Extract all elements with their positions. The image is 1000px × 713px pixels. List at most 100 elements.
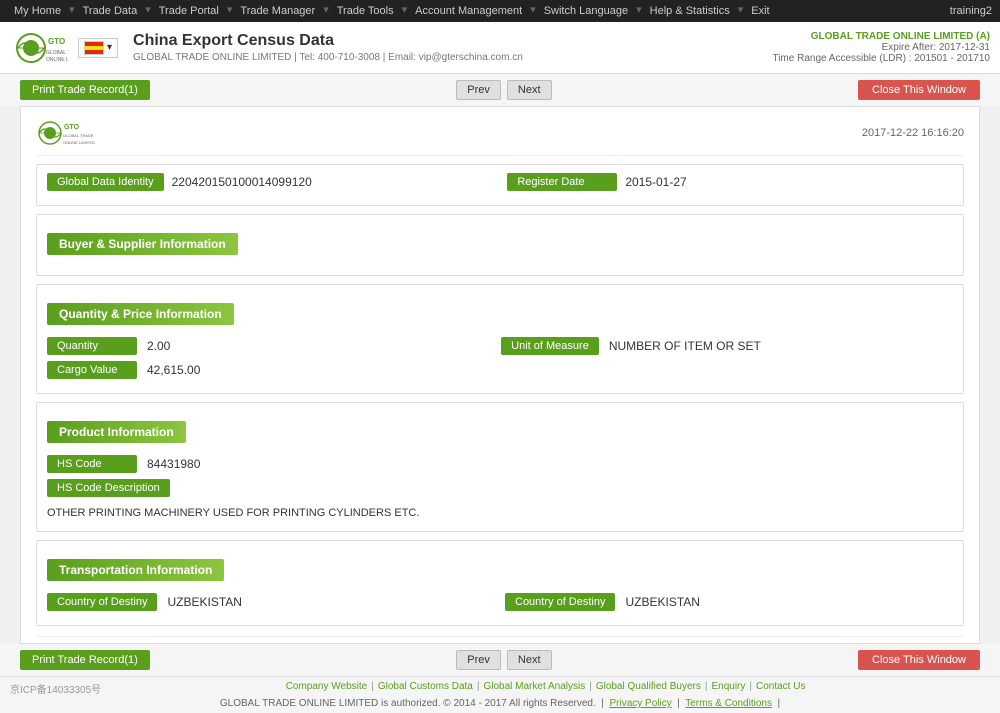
copyright-bar: GLOBAL TRADE ONLINE LIMITED is authorize… — [0, 696, 1000, 713]
product-section: Product Information HS Code 84431980 HS … — [36, 402, 964, 532]
company-logo: GTO GLOBAL TRADE ONLINE LIMITED — [10, 26, 70, 70]
transportation-title-row: Transportation Information — [47, 549, 953, 587]
cargo-value: 42,615.00 — [147, 363, 953, 377]
svg-text:ONLINE LIMITED: ONLINE LIMITED — [63, 140, 95, 145]
nav-my-home[interactable]: My Home — [8, 3, 67, 19]
quantity-row: Quantity 2.00 Unit of Measure NUMBER OF … — [47, 337, 953, 355]
buyer-supplier-section: Buyer & Supplier Information — [36, 214, 964, 276]
global-data-identity-label: Global Data Identity — [47, 173, 164, 191]
footer-link-buyers[interactable]: Global Qualified Buyers — [596, 681, 701, 692]
privacy-policy-link[interactable]: Privacy Policy — [609, 698, 671, 709]
user-label: training2 — [950, 5, 992, 17]
copyright-text: GLOBAL TRADE ONLINE LIMITED is authorize… — [220, 698, 596, 709]
hs-desc-value: OTHER PRINTING MACHINERY USED FOR PRINTI… — [47, 503, 953, 523]
footer-link-enquiry[interactable]: Enquiry — [711, 681, 745, 692]
unit-value: NUMBER OF ITEM OR SET — [609, 339, 953, 353]
top-navigation: My Home ▾ Trade Data ▾ Trade Portal ▾ Tr… — [0, 0, 1000, 22]
nav-switch-language[interactable]: Switch Language — [538, 3, 634, 19]
page-title-area: China Export Census Data GLOBAL TRADE ON… — [118, 32, 772, 63]
nav-trade-data[interactable]: Trade Data — [77, 3, 144, 19]
flag-dropdown-arrow: ▾ — [107, 42, 112, 53]
cargo-label: Cargo Value — [47, 361, 137, 379]
footer-toolbar-right: Close This Window — [858, 650, 980, 670]
global-data-identity-value: 220420150100014099120 — [172, 175, 500, 189]
account-company: GLOBAL TRADE ONLINE LIMITED (A) — [772, 31, 990, 42]
record-header: GTO GLOBAL TRADE ONLINE LIMITED 2017-12-… — [36, 117, 964, 156]
nav-menu: My Home ▾ Trade Data ▾ Trade Portal ▾ Tr… — [8, 3, 776, 19]
quantity-label: Quantity — [47, 337, 137, 355]
cargo-row: Cargo Value 42,615.00 — [47, 361, 953, 379]
hs-desc-label: HS Code Description — [47, 479, 170, 497]
transportation-section: Transportation Information Country of De… — [36, 540, 964, 626]
toolbar-left: Print Trade Record(1) — [20, 80, 150, 100]
next-button[interactable]: Next — [507, 80, 552, 100]
page-title: China Export Census Data — [133, 32, 772, 50]
nav-account-management[interactable]: Account Management — [409, 3, 528, 19]
country-dest-row: Country of Destiny UZBEKISTAN Country of… — [47, 593, 953, 611]
record-timestamp: 2017-12-22 16:16:20 — [862, 127, 964, 139]
identity-section: Global Data Identity 2204201501000140991… — [36, 164, 964, 206]
china-flag — [84, 41, 104, 55]
country-dest-value2: UZBEKISTAN — [625, 595, 953, 609]
toolbar-top: Print Trade Record(1) Prev Next Close Th… — [0, 74, 1000, 106]
account-info: GLOBAL TRADE ONLINE LIMITED (A) Expire A… — [772, 31, 990, 64]
account-expire: Expire After: 2017-12-31 — [772, 42, 990, 53]
footer-link-company[interactable]: Company Website — [286, 681, 368, 692]
record-logo: GTO GLOBAL TRADE ONLINE LIMITED — [36, 117, 126, 149]
account-time-range: Time Range Accessible (LDR) : 201501 - 2… — [772, 53, 990, 64]
hs-code-value: 84431980 — [147, 457, 953, 471]
flag-selector[interactable]: ▾ — [78, 38, 118, 58]
nav-help-statistics[interactable]: Help & Statistics — [644, 3, 736, 19]
hs-code-label: HS Code — [47, 455, 137, 473]
svg-text:GTO: GTO — [48, 37, 65, 46]
quantity-value: 2.00 — [147, 339, 491, 353]
register-date-value: 2015-01-27 — [625, 175, 953, 189]
unit-label: Unit of Measure — [501, 337, 599, 355]
prev-button-bottom[interactable]: Prev — [456, 650, 501, 670]
svg-text:GLOBAL TRADE: GLOBAL TRADE — [63, 133, 94, 138]
prev-button[interactable]: Prev — [456, 80, 501, 100]
page-subtitle: GLOBAL TRADE ONLINE LIMITED | Tel: 400-7… — [133, 52, 772, 63]
toolbar-nav: Prev Next — [456, 80, 551, 100]
logo-area: GTO GLOBAL TRADE ONLINE LIMITED ▾ — [10, 26, 118, 70]
country-dest-label2: Country of Destiny — [505, 593, 615, 611]
toolbar-bottom: Print Trade Record(1) Prev Next Close Th… — [0, 644, 1000, 676]
svg-text:GTO: GTO — [64, 124, 80, 131]
page-header: GTO GLOBAL TRADE ONLINE LIMITED ▾ China … — [0, 22, 1000, 74]
footer-link-market[interactable]: Global Market Analysis — [483, 681, 585, 692]
print-record-button-bottom[interactable]: Print Trade Record(1) — [20, 650, 150, 670]
quantity-price-title-row: Quantity & Price Information — [47, 293, 953, 331]
footer-toolbar-left: Print Trade Record(1) — [20, 650, 150, 670]
footer-links: Company Website | Global Customs Data | … — [286, 681, 806, 692]
nav-exit[interactable]: Exit — [745, 3, 775, 19]
nav-trade-portal[interactable]: Trade Portal — [153, 3, 225, 19]
footer-link-customs[interactable]: Global Customs Data — [378, 681, 473, 692]
identity-row: Global Data Identity 2204201501000140991… — [47, 173, 953, 191]
next-button-bottom[interactable]: Next — [507, 650, 552, 670]
toolbar-right: Close This Window — [858, 80, 980, 100]
svg-text:GLOBAL TRADE: GLOBAL TRADE — [46, 50, 68, 56]
register-date-label: Register Date — [507, 173, 617, 191]
print-record-button[interactable]: Print Trade Record(1) — [20, 80, 150, 100]
hs-code-row: HS Code 84431980 — [47, 455, 953, 473]
bottom-links: 京ICP备14033305号 Company Website | Global … — [0, 676, 1000, 696]
product-header: Product Information — [47, 421, 186, 443]
terms-link[interactable]: Terms & Conditions — [685, 698, 772, 709]
record-card: GTO GLOBAL TRADE ONLINE LIMITED 2017-12-… — [36, 117, 964, 644]
main-content: GTO GLOBAL TRADE ONLINE LIMITED 2017-12-… — [20, 106, 980, 644]
record-footer: China Export Data by Country of Destiny … — [36, 636, 964, 644]
hs-desc-row: HS Code Description — [47, 479, 953, 497]
quantity-price-section: Quantity & Price Information Quantity 2.… — [36, 284, 964, 394]
buyer-supplier-title-row: Buyer & Supplier Information — [47, 223, 953, 261]
transportation-header: Transportation Information — [47, 559, 224, 581]
close-window-button-bottom[interactable]: Close This Window — [858, 650, 980, 670]
nav-trade-tools[interactable]: Trade Tools — [331, 3, 400, 19]
product-title-row: Product Information — [47, 411, 953, 449]
nav-trade-manager[interactable]: Trade Manager — [234, 3, 321, 19]
country-dest-value1: UZBEKISTAN — [167, 595, 495, 609]
close-window-button[interactable]: Close This Window — [858, 80, 980, 100]
footer-nav: Prev Next — [456, 650, 551, 670]
footer-link-contact[interactable]: Contact Us — [756, 681, 805, 692]
icp-number: 京ICP备14033305号 — [10, 681, 101, 696]
country-dest-label1: Country of Destiny — [47, 593, 157, 611]
